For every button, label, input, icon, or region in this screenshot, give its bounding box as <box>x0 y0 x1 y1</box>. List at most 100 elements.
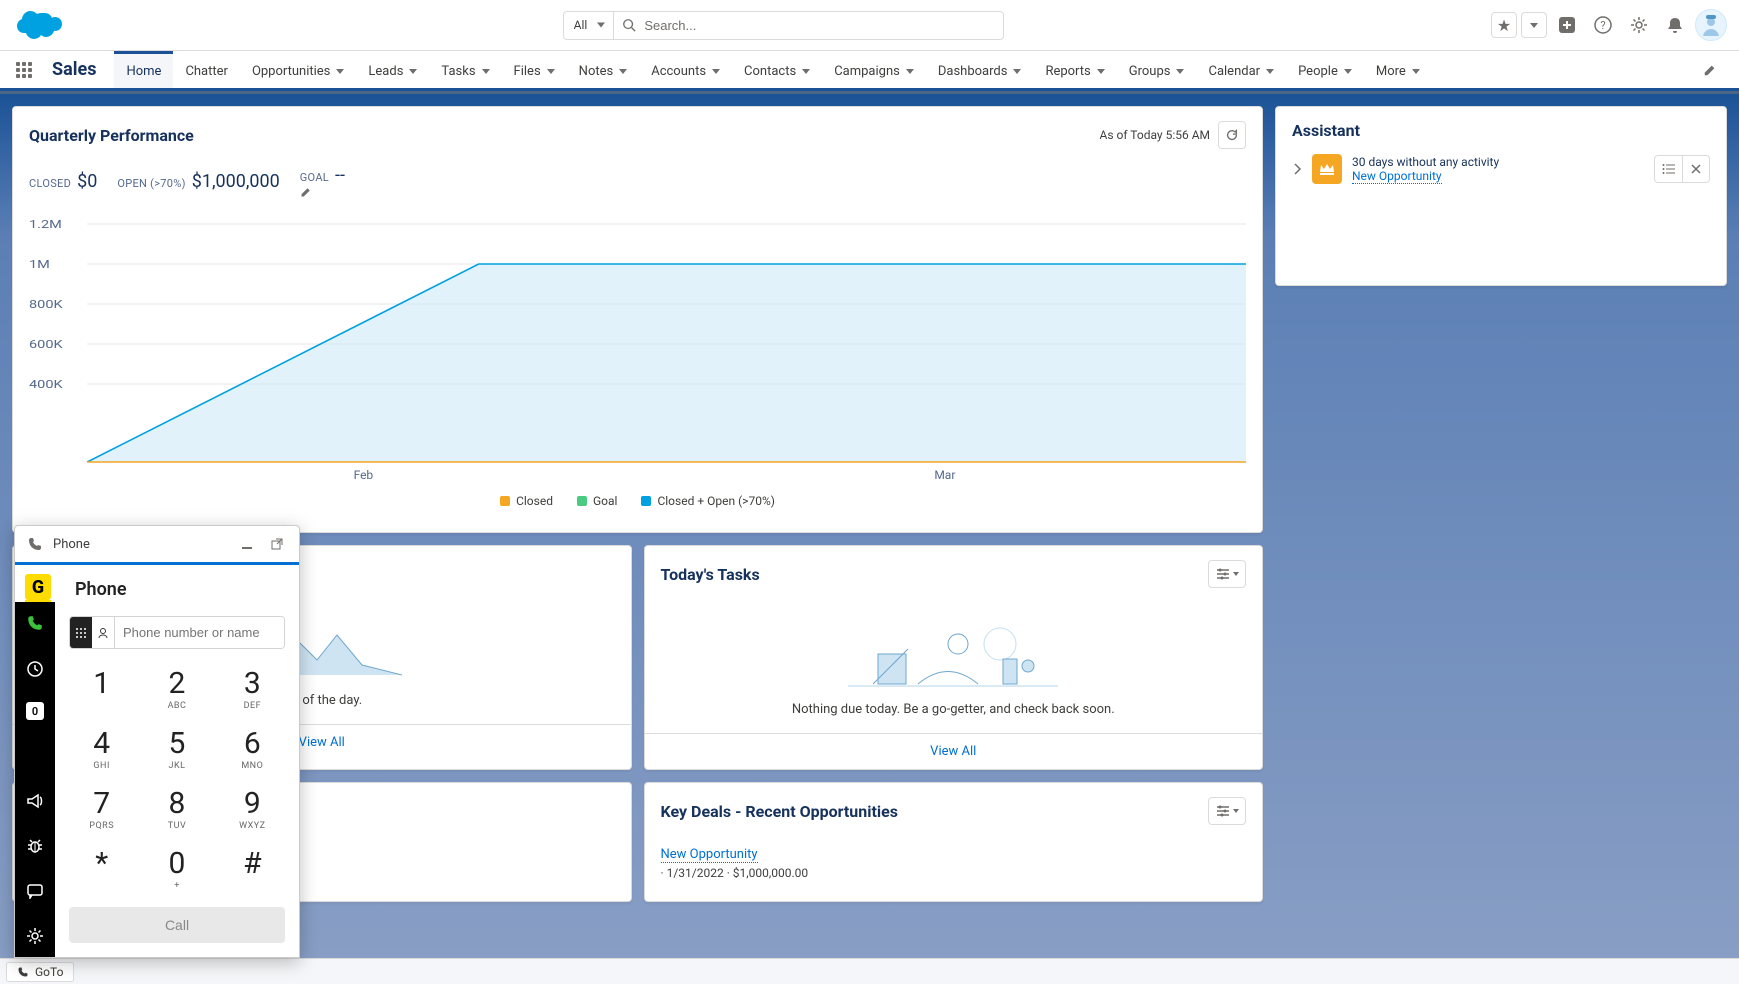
edit-goal-pencil-icon[interactable] <box>300 186 349 198</box>
nav-item-groups[interactable]: Groups <box>1117 51 1197 88</box>
app-launcher-icon[interactable] <box>12 51 42 88</box>
perf-title: Quarterly Performance <box>29 126 194 145</box>
nav-item-calendar[interactable]: Calendar <box>1196 51 1286 88</box>
chevron-down-icon[interactable] <box>906 69 914 74</box>
assistant-item: 30 days without any activity New Opportu… <box>1276 144 1726 194</box>
phone-sidebar: 0 <box>15 602 55 957</box>
nav-item-accounts[interactable]: Accounts <box>639 51 732 88</box>
keypad: 12ABC3DEF 4GHI5JKL6MNO 7PQRS8TUV9WXYZ *0+# <box>69 659 285 907</box>
keypad-key-*[interactable]: * <box>69 845 134 895</box>
key-deals-card: Key Deals - Recent Opportunities New Opp… <box>644 782 1264 902</box>
minimize-icon[interactable] <box>237 538 257 550</box>
phone-number-input[interactable] <box>115 617 285 648</box>
chevron-down-icon[interactable] <box>547 69 555 74</box>
chevron-right-icon[interactable] <box>1292 162 1302 176</box>
phone-feedback-icon[interactable] <box>15 879 55 903</box>
keypad-key-0[interactable]: 0+ <box>144 845 209 895</box>
perf-as-of: As of Today 5:56 AM <box>1100 128 1210 142</box>
call-button[interactable]: Call <box>69 907 285 943</box>
favorites-star-icon[interactable]: ★ <box>1491 12 1517 38</box>
chevron-down-icon[interactable] <box>712 69 720 74</box>
nav-item-chatter[interactable]: Chatter <box>173 51 240 88</box>
perf-chart: 1.2M 1M 800K 600K 400K <box>13 210 1262 532</box>
nav-item-leads[interactable]: Leads <box>356 51 429 88</box>
phone-dial-tab-icon[interactable] <box>15 610 55 636</box>
phone-panel-header: Phone <box>15 526 299 565</box>
keypad-key-4[interactable]: 4GHI <box>69 725 134 775</box>
dialpad-toggle-icon[interactable] <box>70 617 92 648</box>
svg-text:800K: 800K <box>29 299 64 312</box>
edit-nav-pencil-icon[interactable] <box>1693 51 1727 88</box>
nav-item-files[interactable]: Files <box>502 51 567 88</box>
phone-brand-logo: G <box>25 574 51 600</box>
search-icon <box>622 18 636 32</box>
svg-text:1.2M: 1.2M <box>29 219 62 232</box>
chevron-down-icon[interactable] <box>1344 69 1352 74</box>
user-avatar[interactable] <box>1695 9 1727 41</box>
assistant-item-link[interactable]: New Opportunity <box>1352 169 1442 184</box>
chevron-down-icon[interactable] <box>482 69 490 74</box>
phone-announce-icon[interactable] <box>15 789 55 813</box>
deal-link[interactable]: New Opportunity <box>661 847 758 863</box>
chevron-down-icon[interactable] <box>1097 69 1105 74</box>
keypad-key-9[interactable]: 9WXYZ <box>220 785 285 835</box>
phone-icon-small <box>17 966 29 978</box>
keypad-key-3[interactable]: 3DEF <box>220 665 285 715</box>
setup-gear-icon[interactable] <box>1623 9 1655 41</box>
svg-text:1M: 1M <box>29 259 50 272</box>
chevron-down-icon[interactable] <box>1176 69 1184 74</box>
nav-item-home[interactable]: Home <box>114 51 173 88</box>
header-actions: ★ ? <box>1491 9 1727 41</box>
phone-panel: Phone G Phone 0 <box>14 525 300 958</box>
utility-bar: GoTo <box>0 958 1739 984</box>
nav-item-notes[interactable]: Notes <box>567 51 640 88</box>
chevron-down-icon[interactable] <box>1412 69 1420 74</box>
nav-item-more[interactable]: More <box>1364 51 1432 88</box>
tasks-view-all-link[interactable]: View All <box>930 744 976 759</box>
keypad-key-8[interactable]: 8TUV <box>144 785 209 835</box>
phone-bug-icon[interactable] <box>15 833 55 859</box>
nav-item-opportunities[interactable]: Opportunities <box>240 51 356 88</box>
app-nav-bar: Sales HomeChatterOpportunitiesLeadsTasks… <box>0 51 1739 91</box>
keypad-key-1[interactable]: 1 <box>69 665 134 715</box>
tasks-settings-button[interactable] <box>1208 560 1246 588</box>
phone-settings-gear-icon[interactable] <box>15 923 55 949</box>
nav-item-reports[interactable]: Reports <box>1033 51 1116 88</box>
assistant-card: Assistant 30 days without any activity N… <box>1275 106 1727 286</box>
todays-tasks-card: Today's Tasks Nothing due today. Be a go… <box>644 545 1264 770</box>
events-view-all-link[interactable]: View All <box>299 735 345 750</box>
keypad-key-2[interactable]: 2ABC <box>144 665 209 715</box>
contacts-toggle-icon[interactable] <box>92 617 114 648</box>
legend-item: Closed + Open (>70%) <box>641 494 774 508</box>
phone-history-tab-icon[interactable] <box>15 656 55 682</box>
chevron-down-icon[interactable] <box>802 69 810 74</box>
assistant-checklist-icon[interactable] <box>1654 155 1682 183</box>
notifications-bell-icon[interactable] <box>1659 9 1691 41</box>
search-input[interactable] <box>614 11 1004 40</box>
favorites-dropdown-icon[interactable] <box>1521 12 1547 38</box>
chevron-down-icon[interactable] <box>619 69 627 74</box>
nav-item-dashboards[interactable]: Dashboards <box>926 51 1034 88</box>
help-icon[interactable]: ? <box>1587 9 1619 41</box>
keypad-key-5[interactable]: 5JKL <box>144 725 209 775</box>
keypad-key-6[interactable]: 6MNO <box>220 725 285 775</box>
nav-item-contacts[interactable]: Contacts <box>732 51 822 88</box>
nav-item-people[interactable]: People <box>1286 51 1364 88</box>
utility-goto-button[interactable]: GoTo <box>6 962 74 982</box>
chevron-down-icon[interactable] <box>1013 69 1021 74</box>
chevron-down-icon[interactable] <box>336 69 344 74</box>
keypad-key-#[interactable]: # <box>220 845 285 895</box>
nav-item-tasks[interactable]: Tasks <box>429 51 501 88</box>
nav-item-campaigns[interactable]: Campaigns <box>822 51 926 88</box>
assistant-dismiss-icon[interactable] <box>1682 155 1710 183</box>
popout-icon[interactable] <box>267 538 287 550</box>
phone-voicemail-badge[interactable]: 0 <box>26 702 44 720</box>
refresh-button[interactable] <box>1218 121 1246 149</box>
deals-settings-button[interactable] <box>1208 797 1246 825</box>
global-add-icon[interactable] <box>1551 9 1583 41</box>
tasks-empty: Nothing due today. Be a go-getter, and c… <box>645 598 1263 733</box>
keypad-key-7[interactable]: 7PQRS <box>69 785 134 835</box>
search-scope-dropdown[interactable]: All <box>563 11 615 40</box>
chevron-down-icon[interactable] <box>1266 69 1274 74</box>
chevron-down-icon[interactable] <box>409 69 417 74</box>
